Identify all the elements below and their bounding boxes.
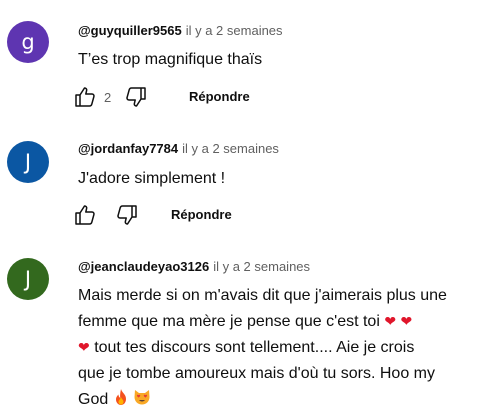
comment-time[interactable]: il y a 2 semaines — [213, 259, 310, 274]
thumb-up-icon — [75, 87, 95, 107]
comment-header: @jordanfay7784 il y a 2 semaines — [78, 140, 279, 158]
heart-eyes-cat-emoji — [133, 388, 151, 415]
thumb-up-icon — [75, 205, 95, 225]
comment-text: J'adore simplement ! — [78, 170, 226, 187]
red-heart-emoji: ❤ — [78, 340, 90, 356]
comment-author[interactable]: @jordanfay7784 — [78, 141, 178, 156]
red-heart-emoji: ❤ — [400, 314, 413, 330]
thumb-down-icon — [126, 87, 146, 107]
like-count: 2 — [104, 89, 112, 105]
avatar[interactable]: g — [7, 21, 49, 63]
comment-text-line: femme que ma mère je pense que c'est toi… — [78, 309, 486, 335]
comment-header: @guyquiller9565 il y a 2 semaines — [78, 22, 283, 40]
reply-button[interactable]: Répondre — [189, 89, 250, 104]
dislike-button[interactable] — [123, 84, 149, 110]
comment-text-segment: femme que ma mère je pense que c'est toi — [78, 313, 380, 330]
comment-header: @jeanclaudeyao3126 il y a 2 semaines — [78, 258, 310, 276]
comment-text-line: God — [78, 387, 486, 415]
reply-button[interactable]: Répondre — [171, 207, 232, 222]
comment-text-line: que je tombe amoureux mais d'où tu sors.… — [78, 365, 435, 382]
comment-text-segment: tout tes discours sont tellement.... Aie… — [94, 339, 415, 356]
comment-text: Mais merde si on m'avais dit que j'aimer… — [78, 283, 486, 415]
comment-author[interactable]: @jeanclaudeyao3126 — [78, 259, 209, 274]
comment-text: T’es trop magnifique thaïs — [78, 51, 263, 68]
avatar[interactable]: J — [7, 141, 49, 183]
avatar[interactable]: J — [7, 258, 49, 300]
comment-actions: 2 — [72, 83, 149, 111]
comment-author[interactable]: @guyquiller9565 — [78, 23, 182, 38]
comment-text-segment: God — [78, 391, 109, 408]
comment-time[interactable]: il y a 2 semaines — [182, 141, 279, 156]
red-heart-emoji: ❤ — [384, 314, 397, 330]
dislike-button[interactable] — [114, 202, 140, 228]
comment-text-line: ❤ tout tes discours sont tellement.... A… — [78, 335, 486, 361]
comment-actions — [72, 201, 140, 229]
comment-time[interactable]: il y a 2 semaines — [186, 23, 283, 38]
like-button[interactable] — [72, 202, 98, 228]
thumb-down-icon — [117, 205, 137, 225]
comment-text-line: Mais merde si on m'avais dit que j'aimer… — [78, 287, 447, 304]
like-button[interactable] — [72, 84, 98, 110]
fire-emoji — [113, 388, 129, 415]
